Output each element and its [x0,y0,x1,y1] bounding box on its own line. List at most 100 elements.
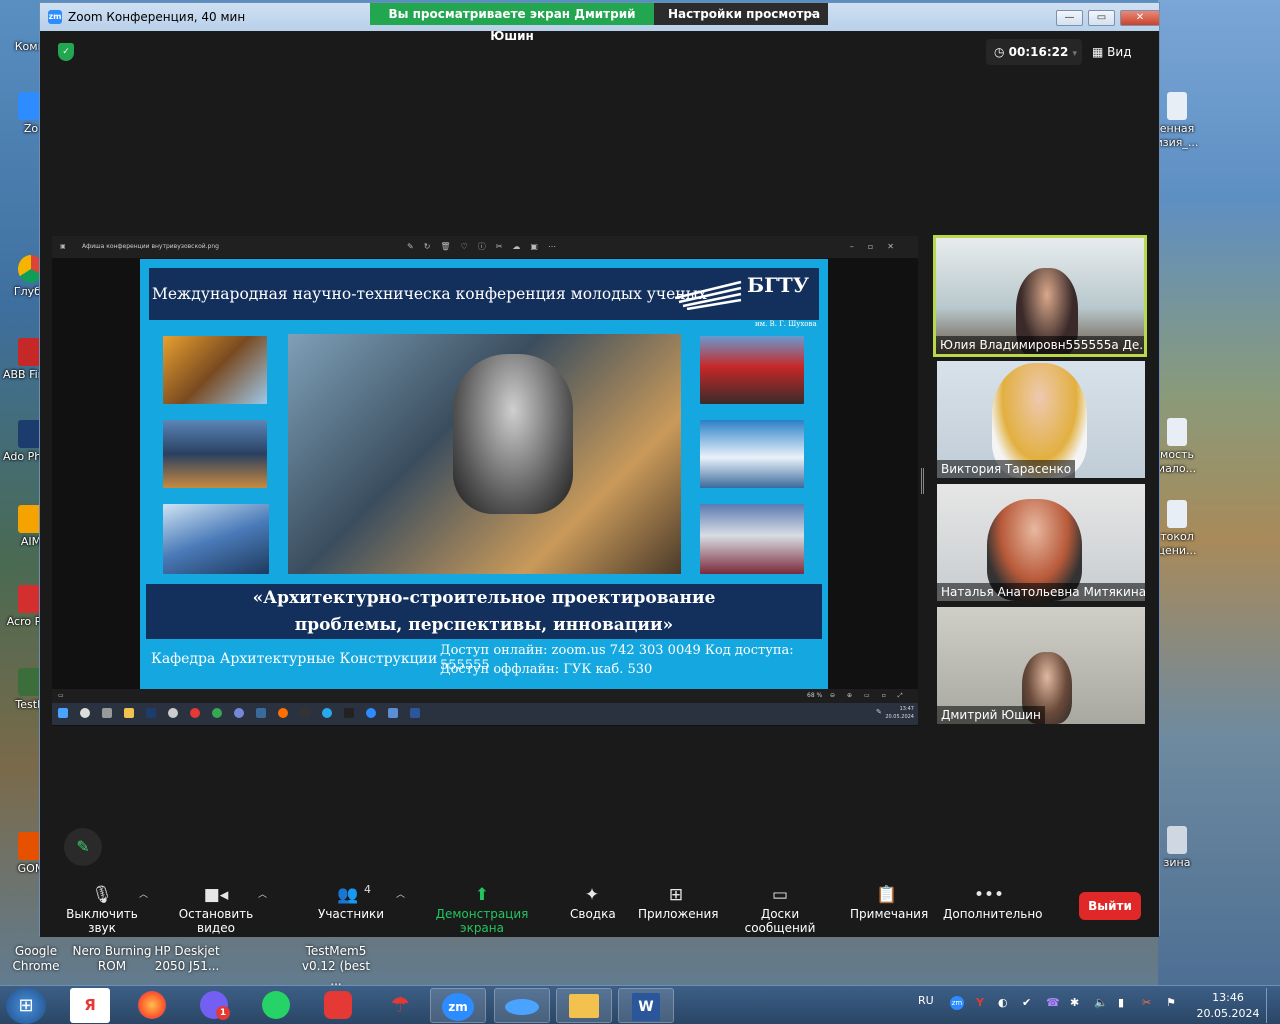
more-button[interactable]: ••• Дополнительно [943,883,1043,921]
taskbar-viber[interactable]: 1 [186,988,242,1023]
viewer-zoom-controls: ⊖⊕▭▫⤢ [830,692,915,699]
architecture-photo-1 [163,336,267,404]
clock-date: 20.05.2024 [1196,1007,1260,1020]
timer-value: 00:16:22 [1008,45,1069,59]
annotate-pencil-button[interactable]: ✎ [64,828,102,866]
folder-icon [124,708,134,718]
splitter-handle[interactable] [921,468,924,494]
notes-label: Примечания [850,907,929,921]
architecture-photo-6 [700,504,804,574]
view-options-dropdown[interactable]: Настройки просмотра ⌄ [654,3,828,25]
summary-label: Сводка [570,907,616,921]
network-icon[interactable]: ▮ [1118,996,1124,1009]
desktop-icon-google-chrome[interactable]: Google Chrome [8,944,64,974]
language-indicator[interactable]: RU [918,994,934,1007]
shukhov-face [453,354,573,514]
poster-header: Международная научно-техническа конферен… [149,268,819,328]
share-screen-button[interactable]: ⬆ Демонстрация экрана [420,883,544,935]
tray-icon[interactable]: ◐ [998,996,1008,1009]
taskbar-explorer[interactable] [556,988,612,1023]
participants-button[interactable]: 👥 4 Участники ︿ [318,883,405,921]
chevron-up-icon[interactable]: ︿ [396,887,405,900]
firefox-icon [138,991,166,1019]
action-center-flag-icon[interactable]: ⚑ [1166,996,1176,1009]
participant-tile[interactable]: Виктория Тарасенко [937,361,1145,478]
poster-subtitle-line2: проблемы, перспективы, инновации» [294,615,674,635]
architecture-photo-4 [700,336,804,404]
yandex-tray-icon[interactable]: Y [976,996,984,1009]
show-desktop-button[interactable] [1266,988,1278,1023]
minimize-button[interactable]: — [1056,10,1083,26]
tray-icon[interactable]: ✱ [1070,996,1079,1009]
poster-access-offline: Доступ оффлайн: ГУК каб. 530 [440,662,653,677]
yandex-icon [190,708,200,718]
zoom-tray-icon[interactable]: zm [950,996,964,1010]
shared-clock: 13:47 20.05.2024 [885,706,914,720]
shared-windows-taskbar: ✎ 13:47 20.05.2024 [52,703,918,725]
meeting-timer[interactable]: ◷ 00:16:22 ▾ [986,39,1082,65]
leave-meeting-button[interactable]: Выйти [1079,892,1141,920]
whiteboards-button[interactable]: ▭ Доски сообщений [728,883,832,935]
search-icon [80,708,90,718]
document-icon [1167,92,1187,120]
whatsapp-icon [262,991,290,1019]
discord-icon [234,708,244,718]
summary-icon: ✦ [584,885,600,905]
taskbar-whatsapp[interactable] [248,988,304,1023]
more-label: Дополнительно [943,907,1043,921]
poster-department: Кафедра Архитектурные Конструкции [151,651,438,667]
participant-tile[interactable]: Дмитрий Юшин [937,607,1145,724]
taskbar-app-blue[interactable] [494,988,550,1023]
share-label: Демонстрация экрана [435,907,529,935]
bgtu-logo-text: БГТУ [747,273,810,297]
architecture-photo-2 [163,420,267,488]
chevron-up-icon[interactable]: ︿ [139,887,148,900]
system-clock[interactable]: 13:46 20.05.2024 [1196,990,1260,1022]
chevron-up-icon[interactable]: ︿ [258,887,267,900]
chrome-icon [212,708,222,718]
apps-button[interactable]: ⊞ Приложения [638,883,719,921]
shared-file-name: Афиша конференции внутривузовской.png [82,243,219,250]
taskbar-yandex[interactable]: Я [70,988,110,1023]
viewer-window-controls: –▫✕ [849,242,908,251]
start-button[interactable]: ⊞ [6,988,46,1024]
taskbar-app-red[interactable] [310,988,366,1023]
view-button[interactable]: ▦ Вид [1092,39,1142,65]
viber-tray-icon[interactable]: ☎ [1046,996,1060,1009]
tray-icon[interactable]: ✂ [1142,996,1151,1009]
desktop-icon-nero[interactable]: Nero Burning ROM [72,944,152,974]
taskbar-firefox[interactable] [124,988,180,1023]
summary-button[interactable]: ✦ Сводка [570,883,616,921]
participant-tile[interactable]: Юлия Владимировн555555а Де... [933,235,1147,357]
photoshop-icon [146,708,156,718]
taskbar-umbrella[interactable]: ☂ [372,988,428,1023]
grid-icon: ▦ [1092,45,1108,59]
mute-button[interactable]: 🎙 Выключить звук ︿ [55,883,149,935]
poster-subtitle-line1: «Архитектурно-строительное проектировани… [252,588,716,608]
desktop-icon-hp-deskjet[interactable]: HP Deskjet 2050 J51... [152,944,222,974]
volume-icon[interactable]: 🔈 [1094,996,1108,1009]
viewer-zoom-level: 68 % [807,692,823,699]
app-icon [168,708,178,718]
image-viewer-toolbar: ▣ Афиша конференции внутривузовской.png … [52,236,918,258]
conference-poster: Международная научно-техническа конферен… [140,259,828,689]
taskbar-zoom[interactable]: zm [430,988,486,1023]
notes-button[interactable]: 📋 Примечания [850,883,928,921]
video-label: Остановить видео [178,907,254,935]
encryption-shield-icon[interactable]: ✓ [58,43,74,61]
participants-count: 4 [364,883,371,896]
app-icon [388,708,398,718]
shared-screen: ▣ Афиша конференции внутривузовской.png … [52,236,918,726]
tray-icon[interactable]: ✔ [1022,996,1031,1009]
close-button[interactable]: ✕ [1120,10,1160,26]
poster-subtitle: «Архитектурно-строительное проектировани… [146,584,822,639]
stop-video-button[interactable]: ■◂ Остановить видео ︿ [164,883,268,935]
desktop-icon-testmem5[interactable]: TestMem5 v0.12 (best ... [296,944,376,989]
maximize-button[interactable]: ▭ [1088,10,1115,26]
bgtu-logo-icon [675,280,742,310]
mute-label: Выключить звук [66,907,138,935]
taskbar-word[interactable]: W [618,988,674,1023]
windows-logo-icon: ⊞ [18,995,34,1016]
clock-icon: ◷ [994,45,1009,59]
participant-tile[interactable]: Наталья Анатольевна Митякина [937,484,1145,601]
